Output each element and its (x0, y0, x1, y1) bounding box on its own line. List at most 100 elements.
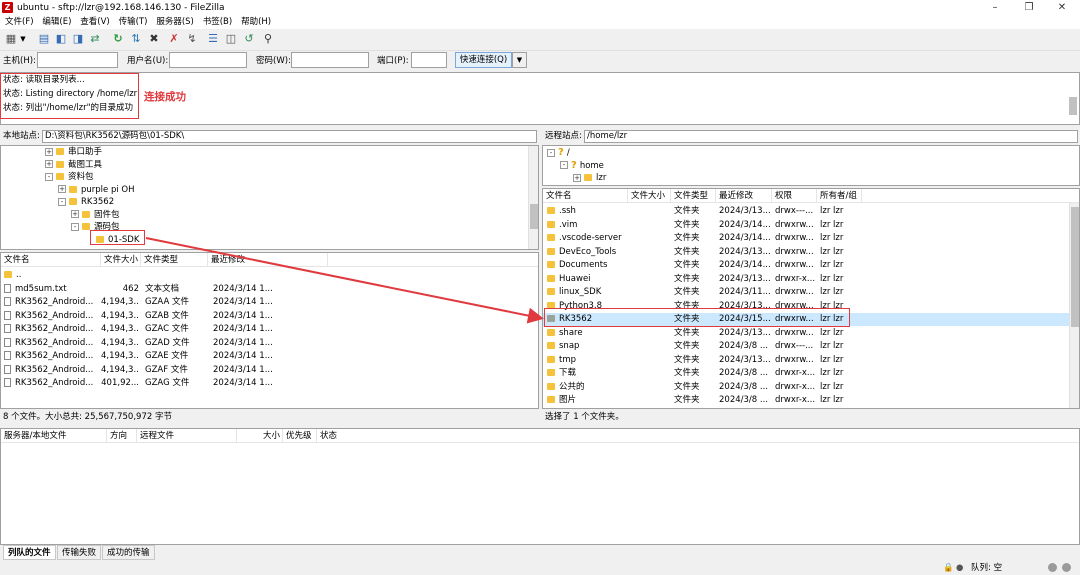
folder-row[interactable]: 下载 文件夹 2024/3/8 ... drwxr-x... lzr lzr (543, 367, 1079, 380)
file-row[interactable]: md5sum.txt 462 文本文档 2024/3/14 1... (1, 283, 538, 296)
file-row[interactable]: RK3562_Android... 4,194,3... GZAC 文件 2024/3… (1, 323, 538, 336)
user-input[interactable] (169, 52, 247, 68)
close-icon[interactable]: ✕ (1052, 1, 1072, 15)
tab-failed-transfers[interactable]: 传输失败 (57, 545, 102, 560)
filezilla-window: Z ubuntu - sftp://lzr@192.168.146.130 - … (0, 0, 1080, 575)
search-icon[interactable]: ⚲ (260, 31, 276, 47)
tree-node[interactable]: + 固件包 (71, 209, 120, 221)
menu-file[interactable]: 文件(F) (2, 16, 37, 29)
tree-node[interactable]: + 串口助手 (45, 146, 102, 158)
tree-node[interactable]: - RK3562 (58, 196, 114, 208)
expand-icon[interactable]: + (45, 147, 53, 156)
folder-row[interactable]: 公共的 文件夹 2024/3/8 ... drwxr-x... lzr lzr (543, 381, 1079, 394)
folder-name: Huawei (559, 273, 591, 284)
menu-view[interactable]: 查看(V) (77, 16, 112, 29)
tree-node[interactable]: -? home (560, 160, 604, 172)
folder-row[interactable]: Documents 文件夹 2024/3/14... drwxrw... lzr lzr (543, 259, 1079, 272)
user-label: 用户名(U): (127, 56, 169, 66)
port-input[interactable] (411, 52, 447, 68)
col-size[interactable]: 文件大小 (628, 189, 671, 203)
process-queue-icon[interactable]: ⇅ (128, 31, 144, 47)
col-server-local[interactable]: 服务器/本地文件 (1, 429, 107, 443)
col-modified[interactable]: 最近修改 (208, 253, 328, 267)
minimize-icon[interactable]: – (985, 1, 1005, 15)
folder-row[interactable]: DevEco_Tools 文件夹 2024/3/13... drwxrw... lzr … (543, 246, 1079, 259)
expand-icon[interactable]: + (58, 185, 66, 193)
quickconnect-button[interactable]: 快速连接(Q) (455, 52, 512, 68)
disconnect-icon[interactable]: ✗ (166, 31, 182, 47)
folder-row[interactable]: Huawei 文件夹 2024/3/13... drwxr-x... lzr lzr (543, 273, 1079, 286)
tree-node[interactable]: - 资料包 (45, 171, 94, 183)
menu-edit[interactable]: 编辑(E) (39, 16, 74, 29)
tab-successful-transfers[interactable]: 成功的传输 (102, 545, 155, 560)
quickconnect-dropdown-icon[interactable]: ▼ (512, 52, 527, 68)
local-path-input[interactable]: D:\资料包\RK3562\源码包\01-SDK\ (42, 130, 537, 143)
folder-row[interactable]: share 文件夹 2024/3/13... drwxrw... lzr lzr (543, 327, 1079, 340)
col-type[interactable]: 文件类型 (141, 253, 208, 267)
col-filename[interactable]: 文件名 (543, 189, 628, 203)
toggle-local-tree-icon[interactable]: ◧ (53, 31, 69, 47)
menu-transfer[interactable]: 传输(T) (116, 16, 151, 29)
tab-queued-files[interactable]: 列队的文件 (3, 545, 56, 560)
col-owner[interactable]: 所有者/组 (817, 189, 862, 203)
file-row[interactable]: RK3562_Android... 4,194,3... GZAF 文件 2024/3… (1, 364, 538, 377)
collapse-icon[interactable]: - (71, 222, 79, 231)
reconnect-icon[interactable]: ↯ (184, 31, 200, 47)
transfer-indicator-icon (1048, 563, 1057, 572)
folder-row[interactable]: linux_SDK 文件夹 2024/3/11... drwxrw... lzr lzr (543, 286, 1079, 299)
file-icon (4, 283, 11, 293)
col-priority[interactable]: 优先级 (283, 429, 317, 443)
folder-row[interactable]: tmp 文件夹 2024/3/13... drwxrw... lzr lzr (543, 354, 1079, 367)
expand-icon[interactable]: + (573, 173, 581, 182)
host-input[interactable] (37, 52, 118, 68)
menu-server[interactable]: 服务器(S) (153, 16, 197, 29)
col-type[interactable]: 文件类型 (671, 189, 716, 203)
file-size: 4,194,3... (101, 324, 139, 334)
maximize-icon[interactable]: ❐ (1019, 1, 1039, 15)
col-remote-file[interactable]: 远程文件 (137, 429, 237, 443)
toggle-log-icon[interactable]: ▤ (36, 31, 52, 47)
file-row[interactable]: .. (1, 269, 538, 282)
collapse-icon[interactable]: - (58, 197, 66, 206)
folder-row[interactable]: .ssh 文件夹 2024/3/13... drwx---... lzr lzr (543, 205, 1079, 218)
col-size[interactable]: 大小 (237, 429, 283, 443)
collapse-icon[interactable]: - (560, 161, 568, 169)
folder-row[interactable]: .vim 文件夹 2024/3/14... drwxrw... lzr lzr (543, 219, 1079, 232)
file-row[interactable]: RK3562_Android... 4,194,3... GZAE 文件 2024/3… (1, 350, 538, 363)
cancel-icon[interactable]: ✖ (146, 31, 162, 47)
col-permissions[interactable]: 权限 (772, 189, 817, 203)
collapse-icon[interactable]: - (547, 148, 555, 157)
dropdown-icon[interactable]: ▼ (18, 31, 28, 47)
tree-node[interactable]: -? / (547, 147, 570, 159)
file-row[interactable]: RK3562_Android... 4,194,3... GZAB 文件 2024/3… (1, 310, 538, 323)
site-manager-icon[interactable]: ▦ (3, 31, 19, 47)
toggle-remote-tree-icon[interactable]: ◨ (70, 31, 86, 47)
tree-node[interactable]: + lzr (573, 172, 606, 184)
expand-icon[interactable]: + (71, 210, 79, 218)
menu-help[interactable]: 帮助(H) (238, 16, 274, 29)
collapse-icon[interactable]: - (45, 172, 53, 181)
refresh-icon[interactable]: ↻ (110, 31, 126, 47)
menu-bookmarks[interactable]: 书签(B) (200, 16, 235, 29)
remote-path-input[interactable]: /home/lzr (584, 130, 1078, 143)
col-size[interactable]: 文件大小 (101, 253, 141, 267)
tree-node[interactable]: + 截图工具 (45, 159, 102, 171)
toggle-queue-icon[interactable]: ⇄ (87, 31, 103, 47)
file-row[interactable]: RK3562_Android... 4,194,3... GZAA 文件 2024/3… (1, 296, 538, 309)
folder-row[interactable]: snap 文件夹 2024/3/8 ... drwx---... lzr lzr (543, 340, 1079, 353)
col-filename[interactable]: 文件名 (1, 253, 101, 267)
file-row[interactable]: RK3562_Android... 4,194,3... GZAD 文件 2024/3… (1, 337, 538, 350)
folder-row[interactable]: .vscode-server 文件夹 2024/3/14... drwxrw... lz… (543, 232, 1079, 245)
folder-icon (547, 369, 555, 376)
folder-row[interactable]: 图片 文件夹 2024/3/8 ... drwxr-x... lzr lzr (543, 394, 1079, 407)
expand-icon[interactable]: + (45, 160, 53, 168)
tree-node[interactable]: + purple pi OH (58, 184, 135, 196)
col-direction[interactable]: 方向 (107, 429, 137, 443)
compare-icon[interactable]: ◫ (223, 31, 239, 47)
sync-browse-icon[interactable]: ↺ (241, 31, 257, 47)
file-row[interactable]: RK3562_Android... 401,92... GZAG 文件 2024/3/… (1, 377, 538, 390)
col-modified[interactable]: 最近修改 (716, 189, 772, 203)
filter-icon[interactable]: ☰ (205, 31, 221, 47)
password-input[interactable] (291, 52, 369, 68)
col-status[interactable]: 状态 (317, 429, 377, 443)
